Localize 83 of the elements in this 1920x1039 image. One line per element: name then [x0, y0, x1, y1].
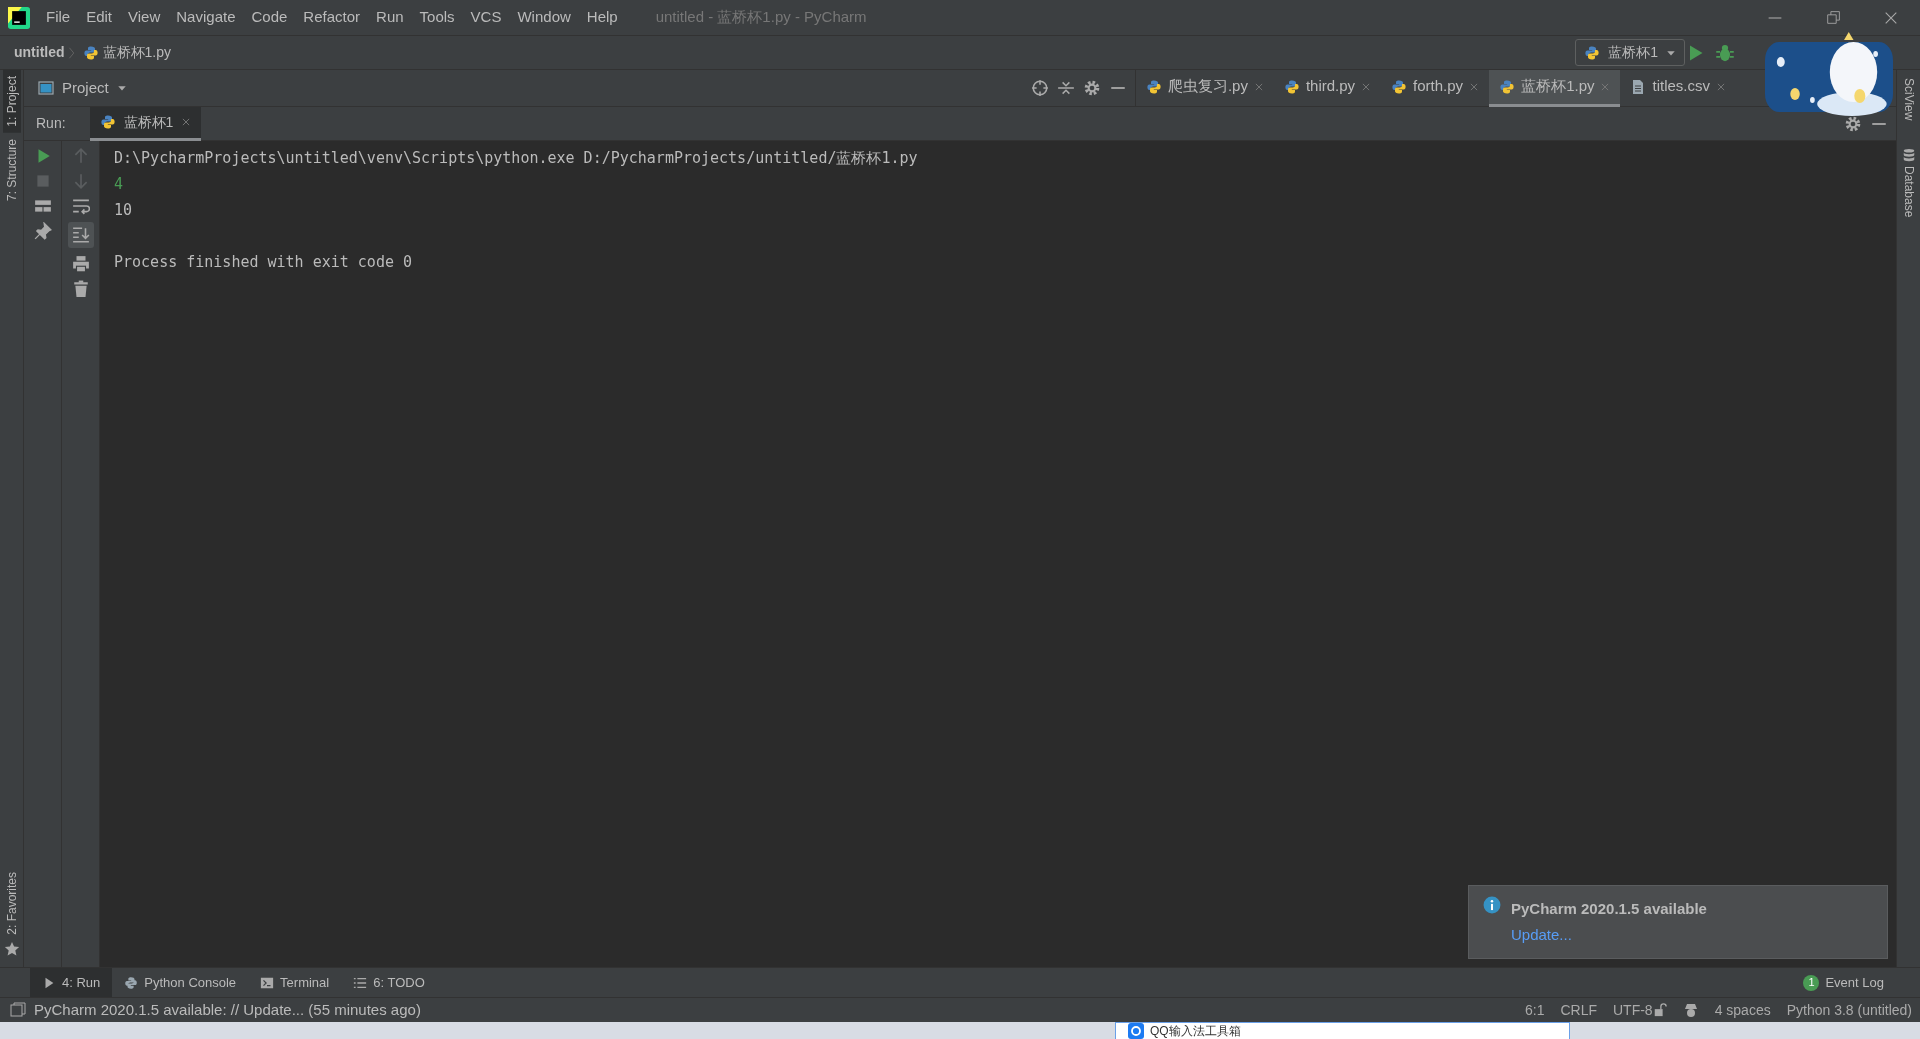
- editor-tab[interactable]: forth.py: [1381, 69, 1490, 107]
- menu-item[interactable]: Edit: [78, 6, 121, 29]
- status-message: PyCharm 2020.1.5 available: // Update... (55 minutes ago): [34, 999, 421, 1020]
- editor-tab[interactable]: third.py: [1273, 69, 1382, 107]
- popup-title: QQ输入法工具箱: [1150, 1023, 1241, 1039]
- terminal-icon: [260, 975, 275, 990]
- tool-window-tab[interactable]: 7: Structure: [2, 132, 21, 207]
- menu-item[interactable]: Navigate: [168, 6, 244, 29]
- window-title: untitled - 蓝桥杯1.py - PyCharm: [655, 7, 867, 28]
- python-icon: [1391, 78, 1408, 95]
- editor-tab[interactable]: titles.csv: [1620, 69, 1736, 107]
- python-icon: [99, 114, 116, 130]
- breadcrumb-item[interactable]: untitled: [14, 42, 65, 63]
- console-line: Process finished with exit code 0: [114, 252, 412, 273]
- layout-icon[interactable]: [33, 197, 52, 215]
- tool-window-tab[interactable]: Terminal: [248, 967, 342, 998]
- menu-item[interactable]: File: [38, 6, 79, 29]
- info-icon: [1483, 896, 1501, 914]
- settings-icon[interactable]: [1082, 79, 1101, 97]
- soft-wrap-icon[interactable]: [71, 197, 90, 215]
- update-link[interactable]: Update...: [1511, 922, 1572, 948]
- collapse-icon[interactable]: [1056, 79, 1075, 97]
- menu-item[interactable]: Code: [243, 6, 296, 29]
- panel-toggle-icon[interactable]: [10, 1002, 26, 1018]
- breadcrumb-item[interactable]: 蓝桥杯1.py: [82, 42, 171, 63]
- editor-tab[interactable]: 蓝桥杯1.py: [1489, 69, 1621, 107]
- printer-icon[interactable]: [71, 255, 90, 273]
- bug-icon[interactable]: [1715, 42, 1735, 63]
- menu-item[interactable]: Window: [509, 6, 579, 29]
- console-line: 10: [114, 200, 133, 221]
- notification-count-badge: 1: [1803, 974, 1820, 991]
- close-icon[interactable]: [1469, 81, 1480, 92]
- tool-window-tab[interactable]: SciView: [1899, 74, 1918, 125]
- console-line: 4: [114, 174, 124, 195]
- crosshair-icon[interactable]: [1030, 79, 1049, 97]
- tool-window-tab[interactable]: Python Console: [112, 967, 249, 998]
- database-icon: [1901, 148, 1916, 163]
- list-icon: [353, 975, 368, 990]
- close-icon[interactable]: [181, 117, 192, 127]
- inspector-icon[interactable]: [1682, 1002, 1699, 1018]
- python-icon: [82, 44, 99, 61]
- menu-item[interactable]: Tools: [411, 6, 463, 29]
- status-bar-item[interactable]: UTF-8: [1613, 999, 1653, 1021]
- python-icon: [124, 975, 139, 990]
- trash-icon[interactable]: [71, 280, 90, 298]
- status-bar-item[interactable]: 4 spaces: [1714, 999, 1771, 1021]
- project-view-dropdown[interactable]: Project: [32, 75, 133, 101]
- menu-item[interactable]: VCS: [462, 6, 510, 29]
- pin-icon[interactable]: [33, 222, 52, 240]
- lock-icon: [1652, 1003, 1667, 1017]
- caret-icon: [116, 83, 127, 93]
- notification-title: PyCharm 2020.1.5 available: [1511, 899, 1707, 919]
- tool-window-tab[interactable]: Database: [1899, 162, 1918, 222]
- folder-window-icon: [38, 80, 54, 96]
- settings-icon[interactable]: [1844, 114, 1862, 133]
- python-icon: [1145, 78, 1162, 95]
- run-tab[interactable]: 蓝桥杯1: [89, 106, 202, 141]
- menu-item[interactable]: Help: [578, 6, 626, 29]
- tool-window-tab[interactable]: 4: Run: [30, 967, 113, 998]
- tool-window-tab[interactable]: 6: TODO: [341, 967, 437, 998]
- python-icon: [1584, 44, 1601, 61]
- status-bar-item[interactable]: CRLF: [1560, 999, 1597, 1021]
- tool-window-tab[interactable]: 2: Favorites: [2, 866, 21, 941]
- close-icon[interactable]: [1361, 81, 1372, 92]
- tool-window-tab[interactable]: 1: Project: [2, 70, 21, 133]
- console-line: D:\PycharmProjects\untitled\venv\Scripts\python.exe D:/PycharmProjects/untitled/蓝桥杯1.py: [114, 148, 918, 169]
- editor-tab[interactable]: 爬虫复习.py: [1135, 69, 1274, 107]
- close-icon[interactable]: [1716, 81, 1726, 92]
- status-bar-item[interactable]: 6:1: [1524, 999, 1545, 1021]
- star-icon: [3, 941, 20, 957]
- scroll-to-end-button[interactable]: [67, 222, 94, 248]
- menu-item[interactable]: View: [120, 6, 169, 29]
- run-configuration-dropdown[interactable]: 蓝桥杯1: [1575, 39, 1685, 66]
- python-icon: [1283, 78, 1300, 95]
- app-logo-icon: [8, 6, 30, 29]
- close-icon[interactable]: [1600, 81, 1611, 92]
- menu-item[interactable]: Run: [368, 6, 412, 29]
- status-bar-item[interactable]: Python 3.8 (untitled): [1786, 999, 1912, 1021]
- python-icon: [1499, 78, 1516, 95]
- menu-item[interactable]: Refactor: [295, 6, 369, 29]
- event-log-button[interactable]: 1 Event Log: [1791, 967, 1896, 998]
- run-panel-label: Run:: [36, 114, 66, 133]
- close-icon[interactable]: [1253, 81, 1264, 92]
